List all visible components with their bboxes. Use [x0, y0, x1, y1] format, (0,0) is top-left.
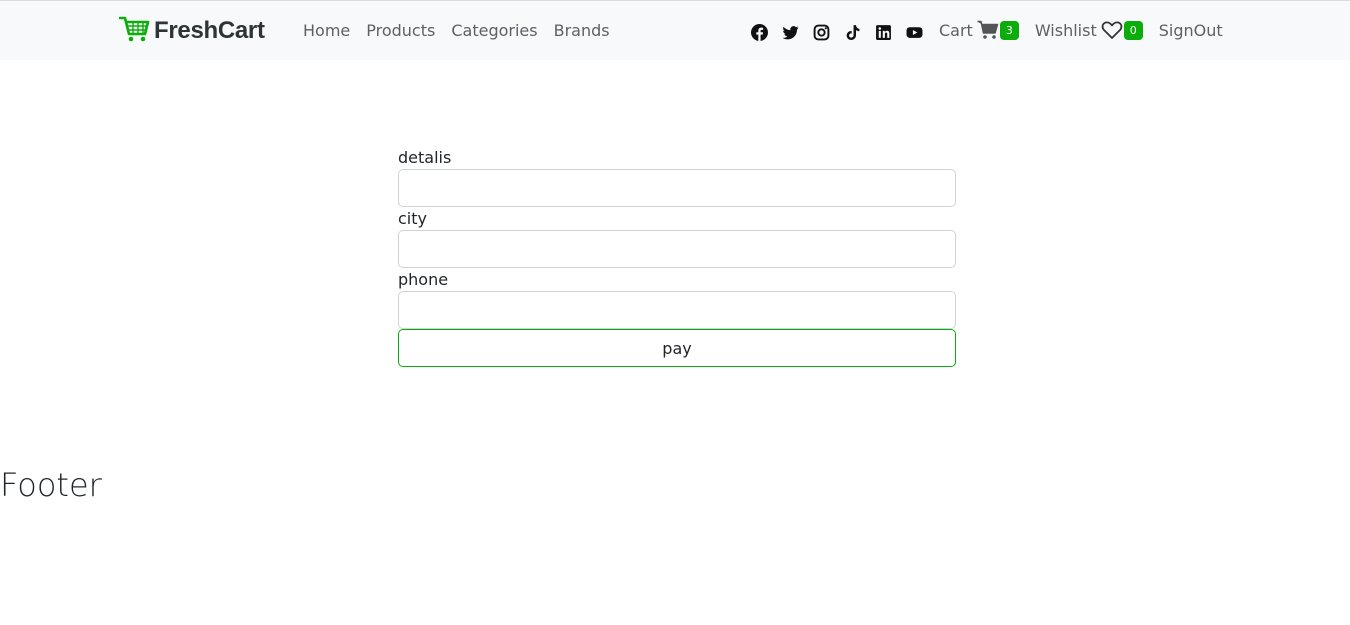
city-label: city — [398, 209, 427, 228]
checkout-form: detalis city phone pay — [398, 146, 956, 367]
details-input[interactable] — [398, 169, 956, 207]
cart-label[interactable]: Cart — [939, 21, 973, 40]
nav-right: Cart 3 Wishlist 0 SignOut — [939, 20, 1223, 40]
tiktok-icon[interactable] — [843, 23, 861, 41]
twitter-icon[interactable] — [781, 23, 799, 41]
cart-count-badge: 3 — [999, 20, 1019, 40]
nav-link-products[interactable]: Products — [366, 21, 435, 40]
youtube-icon[interactable] — [905, 23, 923, 41]
heart-icon[interactable] — [1101, 20, 1123, 40]
wishlist-count-badge: 0 — [1123, 20, 1143, 40]
cart-logo-icon — [118, 15, 151, 47]
wishlist-link[interactable]: Wishlist 0 — [1035, 20, 1143, 40]
phone-label: phone — [398, 270, 449, 289]
nav-links: Home Products Categories Brands — [303, 21, 626, 40]
facebook-icon[interactable] — [750, 23, 768, 41]
navbar: FreshCart Home Products Categories Brand… — [0, 0, 1350, 60]
signout-link[interactable]: SignOut — [1159, 21, 1223, 40]
nav-link-brands[interactable]: Brands — [554, 21, 610, 40]
linkedin-icon[interactable] — [874, 23, 892, 41]
brand-name: FreshCart — [154, 17, 265, 44]
wishlist-label[interactable]: Wishlist — [1035, 21, 1097, 40]
city-input[interactable] — [398, 230, 956, 268]
brand-logo[interactable]: FreshCart — [118, 15, 265, 47]
nav-link-categories[interactable]: Categories — [451, 21, 537, 40]
social-links — [750, 23, 936, 41]
footer-text: Footer — [0, 466, 102, 504]
cart-icon[interactable] — [977, 20, 999, 40]
cart-link[interactable]: Cart 3 — [939, 20, 1019, 40]
pay-button[interactable]: pay — [398, 329, 956, 367]
instagram-icon[interactable] — [812, 23, 830, 41]
details-label: detalis — [398, 148, 452, 167]
nav-link-home[interactable]: Home — [303, 21, 350, 40]
phone-input[interactable] — [398, 291, 956, 329]
